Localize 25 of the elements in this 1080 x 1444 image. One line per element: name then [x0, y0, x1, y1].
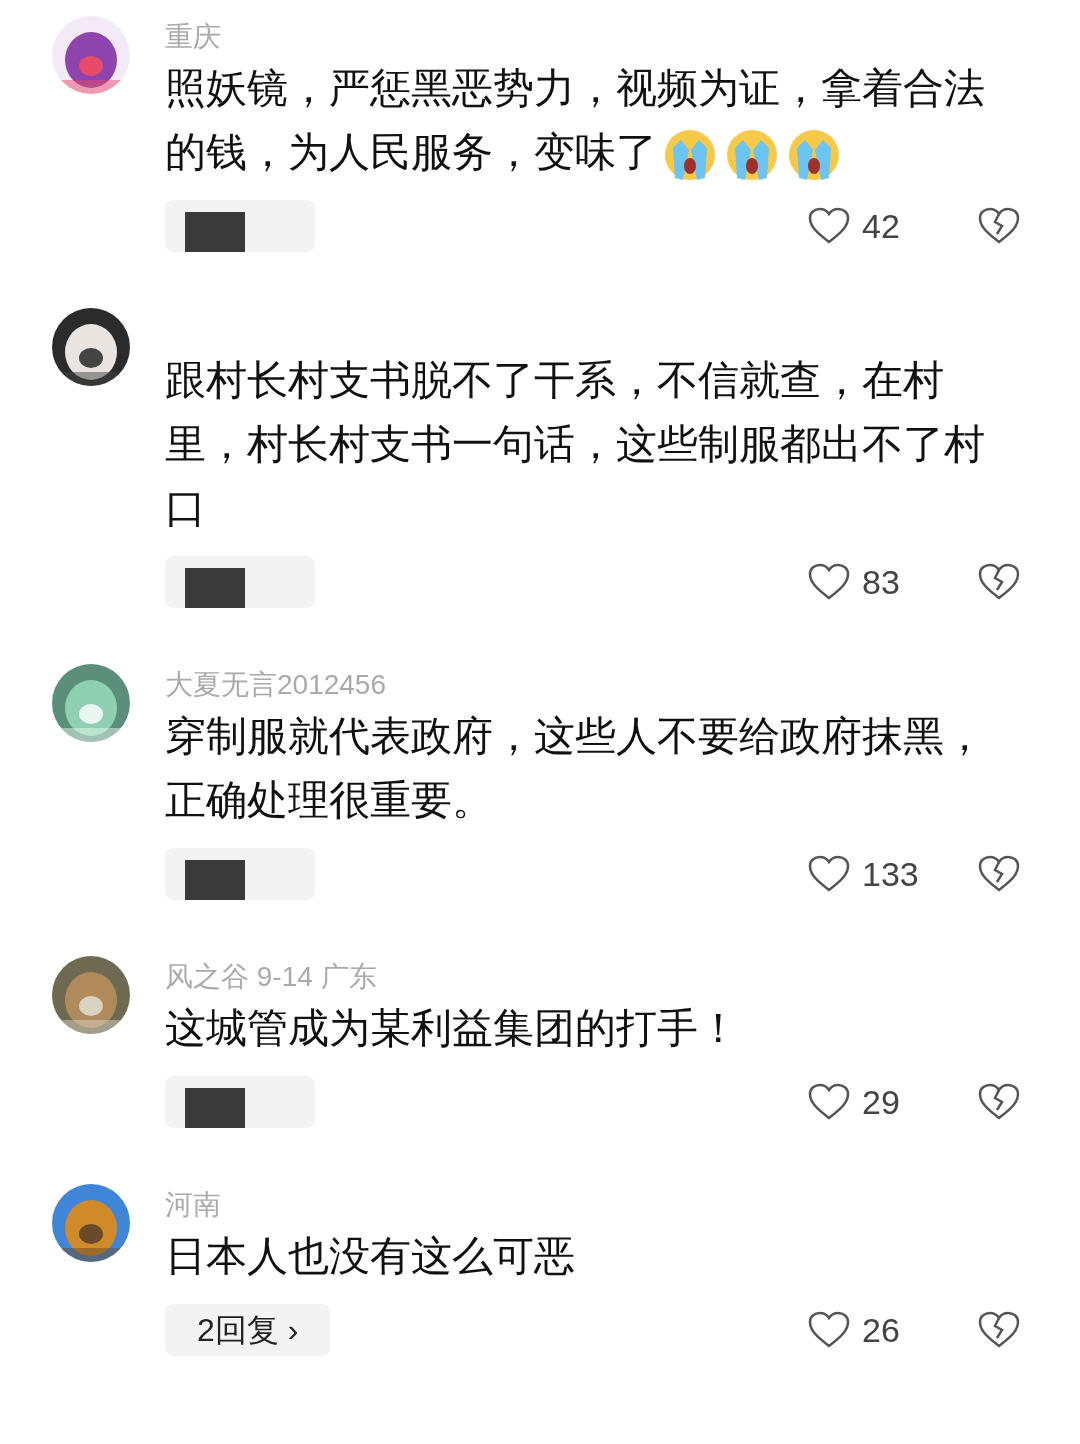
- like-count: 42: [862, 205, 901, 247]
- comment-meta: 重庆: [165, 21, 221, 52]
- heart-icon[interactable]: [808, 207, 850, 245]
- heart-icon[interactable]: [808, 1083, 850, 1121]
- like-count: 133: [862, 853, 920, 895]
- comment-text: 跟村长村支书脱不了干系，不信就查，在村里，村长村支书一句话，这些制服都出不了村口: [165, 356, 986, 533]
- broken-heart-icon[interactable]: [978, 1311, 1020, 1349]
- broken-heart-icon[interactable]: [978, 207, 1020, 245]
- comment-text: 日本人也没有这么可恶: [165, 1232, 576, 1281]
- broken-heart-icon[interactable]: [978, 563, 1020, 601]
- comment-text: 这城管成为某利益集团的打手！: [165, 1004, 740, 1053]
- broken-heart-icon[interactable]: [978, 855, 1020, 893]
- comment-meta: 大夏无言2012456: [165, 669, 386, 700]
- broken-heart-icon[interactable]: [978, 1083, 1020, 1121]
- like-count: 29: [862, 1081, 901, 1123]
- heart-icon[interactable]: [808, 855, 850, 893]
- heart-icon[interactable]: [808, 1311, 850, 1349]
- comment-text: 穿制服就代表政府，这些人不要给政府抹黑，正确处理很重要。: [165, 712, 986, 825]
- comment-text: 照妖镜，严惩黑恶势力，视频为证，拿着合法的钱，为人民服务，变味了: [165, 56, 1020, 184]
- like-count: 26: [862, 1309, 901, 1351]
- replies-button[interactable]: 2回复 ›: [165, 1304, 331, 1356]
- comment-meta: 河南: [165, 1189, 221, 1220]
- heart-icon[interactable]: [808, 563, 850, 601]
- comment-meta: 风之谷 9-14 广东: [165, 961, 377, 992]
- like-count: 83: [862, 561, 901, 603]
